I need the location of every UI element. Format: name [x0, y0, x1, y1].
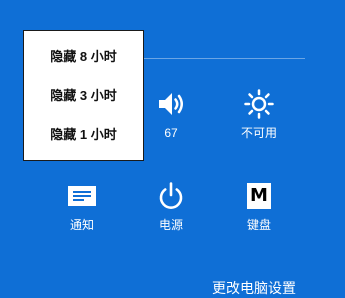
- speaker-icon: [136, 87, 206, 121]
- keyboard-icon: M: [224, 179, 294, 213]
- keyboard-tile[interactable]: M 键盘: [224, 179, 294, 233]
- hide-notifications-menu: 隐藏 8 小时 隐藏 3 小时 隐藏 1 小时: [23, 30, 144, 161]
- power-tile[interactable]: 电源: [136, 179, 206, 233]
- brightness-status-label: 不可用: [240, 126, 277, 140]
- volume-tile[interactable]: 67: [136, 87, 206, 141]
- volume-level-label: 67: [164, 126, 178, 140]
- brightness-tile[interactable]: 不可用: [224, 87, 294, 141]
- keyboard-label: 键盘: [246, 218, 271, 232]
- keyboard-layout-glyph: M: [247, 183, 271, 209]
- notifications-tile[interactable]: 通知: [47, 179, 117, 233]
- menu-item-hide-8-hours[interactable]: 隐藏 8 小时: [24, 37, 143, 76]
- menu-item-hide-3-hours[interactable]: 隐藏 3 小时: [24, 76, 143, 115]
- sun-icon: [224, 87, 294, 121]
- notification-icon: [47, 179, 117, 213]
- power-icon: [136, 179, 206, 213]
- menu-item-hide-1-hour[interactable]: 隐藏 1 小时: [24, 115, 143, 154]
- power-label: 电源: [158, 218, 183, 232]
- change-pc-settings-link[interactable]: 更改电脑设置: [212, 279, 296, 297]
- notifications-label: 通知: [69, 218, 94, 232]
